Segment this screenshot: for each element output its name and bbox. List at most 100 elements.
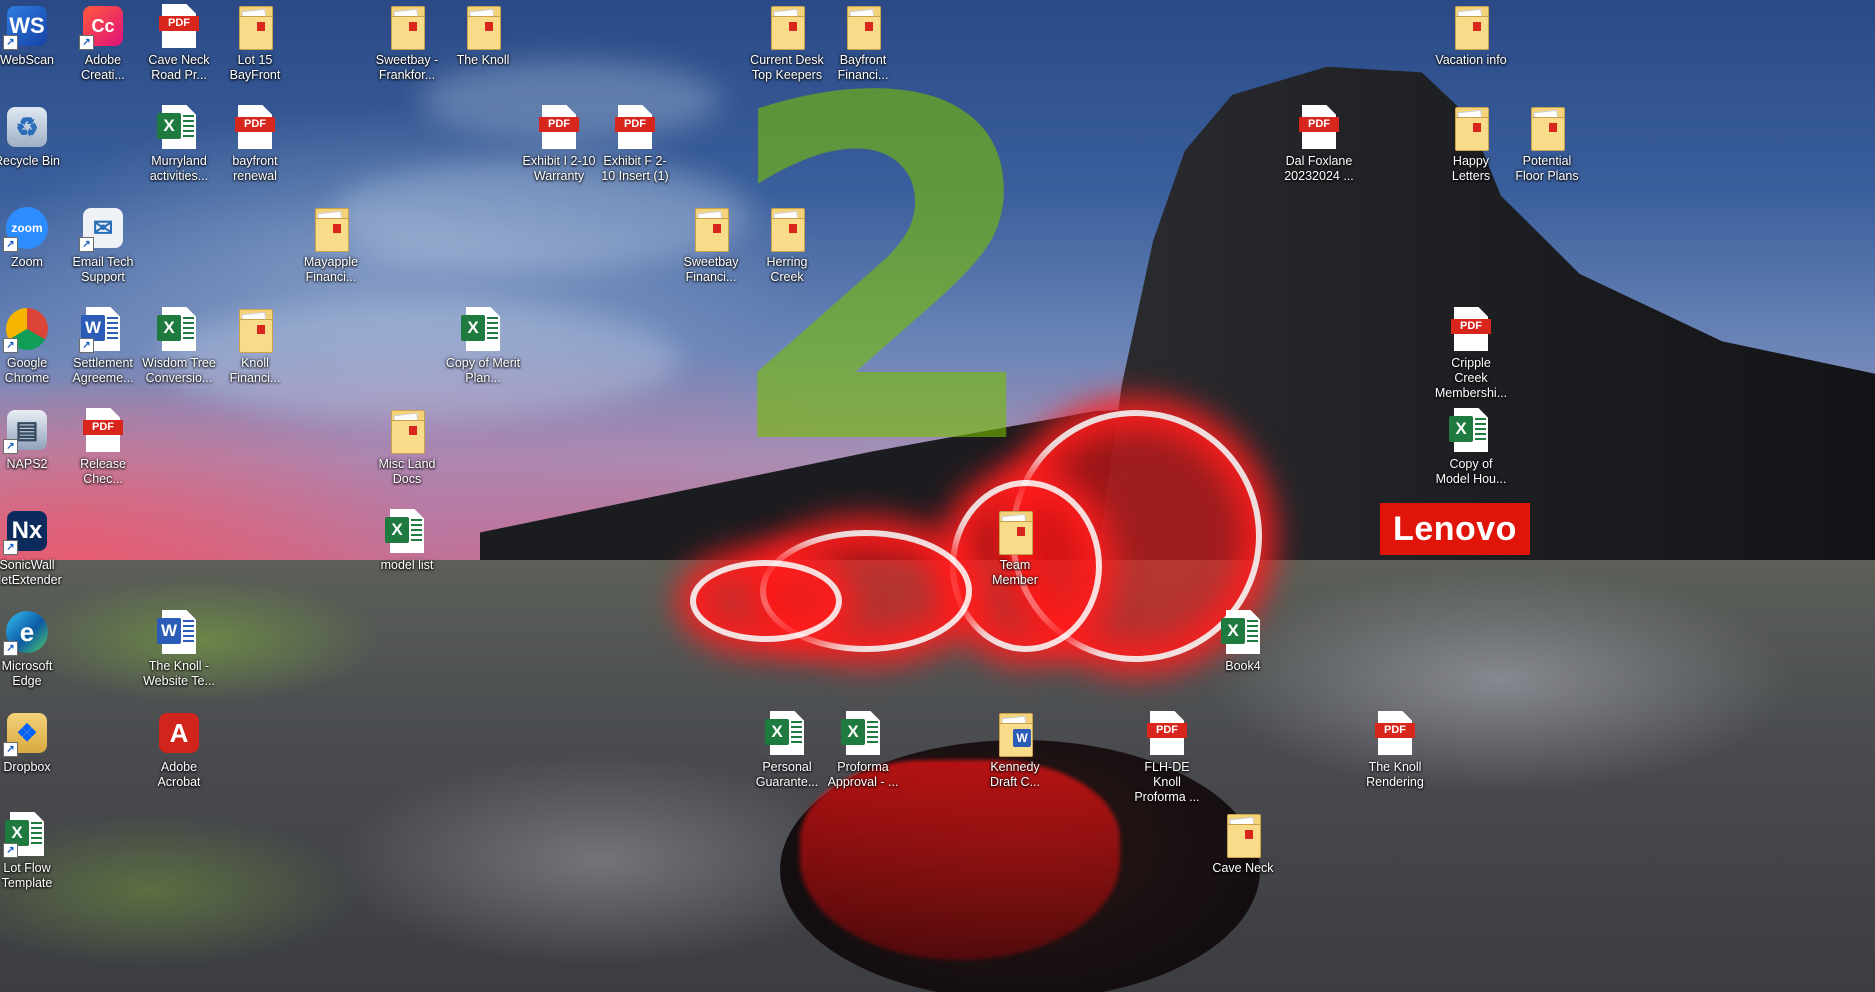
desktop-icon-mayapple-financi[interactable]: Mayapple Financi...: [293, 202, 369, 285]
acrobat-icon: A: [155, 709, 203, 757]
desktop-icon-herring-creek[interactable]: Herring Creek: [749, 202, 825, 285]
desktop-icon-release-chec[interactable]: PDF Release Chec...: [65, 404, 141, 487]
desktop-icon-copy-of-merit-plan[interactable]: X Copy of Merit Plan...: [445, 303, 521, 386]
desktop-icon-microsoft-edge[interactable]: e ↗ Microsoft Edge: [0, 606, 65, 689]
desktop-icon-cave-neck[interactable]: Cave Neck: [1205, 808, 1281, 876]
pdf-file-icon: PDF: [1447, 305, 1495, 353]
desktop-icon-google-chrome[interactable]: ↗ Google Chrome: [0, 303, 65, 386]
desktop-icon-webscan[interactable]: WS ↗ WebScan: [0, 0, 65, 68]
zoom-icon: zoom ↗: [3, 204, 51, 252]
desktop-icon-cripple-creek-membershi[interactable]: PDF Cripple Creek Membershi...: [1433, 303, 1509, 401]
desktop-icon-label: Zoom: [11, 255, 43, 269]
excel-file-icon: X: [1447, 406, 1495, 454]
desktop-icon-happy-letters[interactable]: Happy Letters: [1433, 101, 1509, 184]
netextender-icon: Nx ↗: [3, 507, 51, 555]
desktop-icon-naps2[interactable]: ▤ ↗ NAPS2: [0, 404, 65, 472]
desktop-icon-label: Current Desk Top Keepers: [750, 53, 824, 82]
desktop-icon-lot-15-bayfront[interactable]: Lot 15 BayFront: [217, 0, 293, 83]
desktop-icon-sweetbay-financi[interactable]: Sweetbay Financi...: [673, 202, 749, 285]
desktop-icon-label: Lot 15 BayFront: [229, 53, 281, 82]
desktop-icon-settlement-agreeme[interactable]: W ↗ Settlement Agreeme...: [65, 303, 141, 386]
desktop-icon-label: The Knoll: [456, 53, 510, 67]
desktop-icon-the-knoll-website-te[interactable]: W The Knoll - Website Te...: [141, 606, 217, 689]
desktop-icon-label: Microsoft Edge: [1, 659, 53, 688]
desktop-icon-murryland-activities[interactable]: X Murryland activities...: [141, 101, 217, 184]
desktop-icon-exhibit-f-2-10-insert-1[interactable]: PDF Exhibit F 2-10 Insert (1): [597, 101, 673, 184]
excel-file-icon: X: [763, 709, 811, 757]
desktop-icon-flh-de-knoll-proforma[interactable]: PDF FLH-DE Knoll Proforma ...: [1129, 707, 1205, 805]
desktop-icon-copy-of-model-hou[interactable]: X Copy of Model Hou...: [1433, 404, 1509, 487]
email-icon: ✉ ↗: [79, 204, 127, 252]
desktop-icon-label: Mayapple Financi...: [303, 255, 359, 284]
desktop-icon-kennedy-draft-c[interactable]: W Kennedy Draft C...: [977, 707, 1053, 790]
desktop-icon-label: The Knoll Rendering: [1366, 760, 1424, 789]
desktop-icon-label: Dal Foxlane 20232024 ...: [1284, 154, 1354, 183]
shortcut-arrow-icon: ↗: [3, 439, 18, 454]
desktop-icon-sonicwall-netextender[interactable]: Nx↗ SonicWall NetExtender: [0, 505, 65, 588]
desktop-icon-current-desk-top-keepers[interactable]: Current Desk Top Keepers: [749, 0, 825, 83]
desktop-icon-exhibit-i-2-10-warranty[interactable]: PDF Exhibit I 2-10 Warranty: [521, 101, 597, 184]
desktop-icon-personal-guarante[interactable]: X Personal Guarante...: [749, 707, 825, 790]
desktop-icon-wisdom-tree-conversio[interactable]: X Wisdom Tree Conversio...: [141, 303, 217, 386]
desktop-icon-label: Vacation info: [1435, 53, 1507, 67]
desktop-icon-recycle-bin[interactable]: ♻ Recycle Bin: [0, 101, 65, 169]
pdf-file-icon: PDF: [231, 103, 279, 151]
desktop-icon-label: Knoll Financi...: [229, 356, 281, 385]
desktop-icon-label: NAPS2: [6, 457, 48, 471]
desktop-icon-label: Murryland activities...: [149, 154, 209, 183]
desktop-icon-cave-neck-road-pr[interactable]: PDF Cave Neck Road Pr...: [141, 0, 217, 83]
desktop-icon-vacation-info[interactable]: Vacation info: [1433, 0, 1509, 68]
desktop-icon-label: model list: [380, 558, 434, 572]
desktop-icon-label: Potential Floor Plans: [1515, 154, 1579, 183]
chrome-icon: ↗: [3, 305, 51, 353]
desktop-icon-knoll-financi[interactable]: Knoll Financi...: [217, 303, 293, 386]
desktop-icon-potential-floor-plans[interactable]: Potential Floor Plans: [1509, 101, 1585, 184]
desktop-icon-dal-foxlane-20232024[interactable]: PDF Dal Foxlane 20232024 ...: [1281, 101, 1357, 184]
dropbox-icon: ❖ ↗: [3, 709, 51, 757]
desktop-icon-the-knoll[interactable]: The Knoll: [445, 0, 521, 68]
pdf-file-icon: PDF: [535, 103, 583, 151]
folder-icon: [839, 2, 887, 50]
desktop-icon-bayfront-renewal[interactable]: PDF bayfront renewal: [217, 101, 293, 184]
pdf-file-icon: PDF: [1295, 103, 1343, 151]
desktop-icon-label: Misc Land Docs: [378, 457, 436, 486]
folder-icon: [1447, 103, 1495, 151]
folder-icon: [1523, 103, 1571, 151]
desktop-icon-adobe-acrobat[interactable]: A Adobe Acrobat: [141, 707, 217, 790]
desktop-icon-adobe-creati[interactable]: Cc ↗ Adobe Creati...: [65, 0, 141, 83]
folder-icon: [459, 2, 507, 50]
desktop-icon-label: Google Chrome: [4, 356, 50, 385]
desktop-icon-book4[interactable]: X Book4: [1205, 606, 1281, 674]
shortcut-arrow-icon: ↗: [3, 843, 18, 858]
desktop-icon-dropbox[interactable]: ❖ ↗ Dropbox: [0, 707, 65, 775]
desktop-icon-model-list[interactable]: Xmodel list: [369, 505, 445, 573]
desktop-icon-sweetbay-frankfor[interactable]: Sweetbay - Frankfor...: [369, 0, 445, 83]
folder-icon: [1219, 810, 1267, 858]
desktop-icon-label: Personal Guarante...: [755, 760, 819, 789]
desktop-icon-misc-land-docs[interactable]: Misc Land Docs: [369, 404, 445, 487]
pdf-file-icon: PDF: [1143, 709, 1191, 757]
desktop-icon-team-member[interactable]: Team Member: [977, 505, 1053, 588]
desktop-icon-label: Release Chec...: [80, 457, 126, 486]
desktop-icon-the-knoll-rendering[interactable]: PDF The Knoll Rendering: [1357, 707, 1433, 790]
word-file-icon: W: [155, 608, 203, 656]
desktop-icon-label: Book4: [1225, 659, 1261, 673]
desktop-icon-proforma-approval[interactable]: X Proforma Approval - ...: [825, 707, 901, 790]
desktop-icon-email-tech-support[interactable]: ✉ ↗ Email Tech Support: [65, 202, 141, 285]
desktop-icon-label: Bayfront Financi...: [837, 53, 889, 82]
shortcut-arrow-icon: ↗: [3, 742, 18, 757]
folder-icon: [231, 305, 279, 353]
desktop-icon-lot-flow-template[interactable]: X ↗ Lot Flow Template: [0, 808, 65, 891]
desktop-icon-grid: WS ↗ WebScan Cc ↗ Adobe Creati... PDF Cave Neck…: [0, 0, 1875, 992]
excel-file-icon: X: [383, 507, 431, 555]
desktop-icon-label: WebScan: [0, 53, 54, 67]
desktop-icon-label: Copy of Model Hou...: [1435, 457, 1507, 486]
desktop-icon-zoom[interactable]: zoom ↗ Zoom: [0, 202, 65, 270]
desktop-icon-label: Sweetbay - Frankfor...: [375, 53, 439, 82]
desktop-icon-label: Settlement Agreeme...: [72, 356, 134, 385]
shortcut-arrow-icon: ↗: [3, 35, 18, 50]
desktop-icon-bayfront-financi[interactable]: Bayfront Financi...: [825, 0, 901, 83]
folder-icon: W: [991, 709, 1039, 757]
pdf-file-icon: PDF: [1371, 709, 1419, 757]
edge-icon: e ↗: [3, 608, 51, 656]
